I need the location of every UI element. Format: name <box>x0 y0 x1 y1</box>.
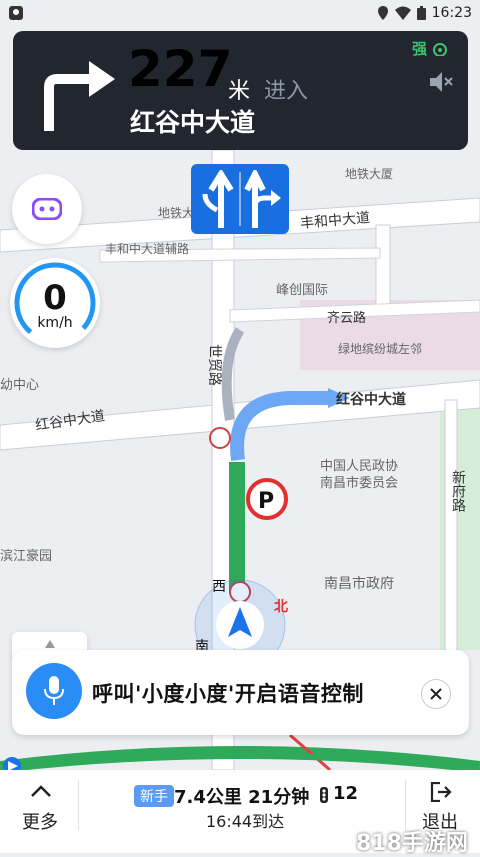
poi-label: 峰创国际 <box>276 283 329 298</box>
right-divider <box>405 780 406 830</box>
poi-label: 滨江豪园 <box>0 549 53 564</box>
gps-signal-label: 强 <box>412 40 428 58</box>
traffic-light-count: 12 <box>333 783 359 804</box>
trip-summary: 7.4公里 21分钟 <box>174 787 310 808</box>
app-notification-icon <box>9 6 23 20</box>
gps-signal: 强 <box>412 38 448 59</box>
road-label: 新府路 <box>450 470 466 512</box>
newbie-badge: 新手 <box>134 785 174 807</box>
chevron-up-icon <box>31 785 51 797</box>
speaker-mute-icon[interactable] <box>430 72 454 92</box>
straight-right-lane-icon <box>244 170 281 228</box>
traffic-light-icon <box>320 787 328 803</box>
speed-value: 0 <box>43 278 67 318</box>
arrival-time: 16:44到达 <box>206 812 285 831</box>
left-divider <box>78 780 79 830</box>
turn-distance: 227 <box>128 40 233 98</box>
poi-label: 南昌市政府 <box>324 576 394 592</box>
road-label: 丰和中大道辅路 <box>105 242 190 256</box>
exit-icon <box>430 782 452 802</box>
road-label: 齐云路 <box>327 311 367 326</box>
microphone-icon <box>44 676 64 705</box>
poi-label: 地铁大厦 <box>345 167 394 181</box>
close-voice-button[interactable] <box>421 679 451 709</box>
microphone-button[interactable] <box>26 663 82 719</box>
clock: 16:23 <box>431 5 472 21</box>
route-progress-bar <box>0 753 480 772</box>
compass-north: 北 <box>274 599 288 615</box>
wifi-icon <box>394 6 411 20</box>
road-label: 红谷中大道 <box>336 392 406 408</box>
assistant-icon <box>32 198 62 220</box>
turn-action: 进入 <box>264 79 309 104</box>
poi-label: 绿地缤纷城左邻 <box>338 342 423 356</box>
assistant-button[interactable] <box>12 174 82 244</box>
chevron-up-icon <box>45 640 55 648</box>
svg-text:P: P <box>258 489 274 514</box>
straight-left-lane-icon <box>202 170 234 228</box>
watermark: 818手游网 <box>356 831 468 856</box>
compass-west: 西 <box>212 579 226 595</box>
turn-right-icon <box>44 61 115 131</box>
more-label: 更多 <box>22 812 58 833</box>
map-pin-icon <box>377 6 388 20</box>
poi-label: 南昌市委员会 <box>320 476 399 491</box>
poi-label: 幼中心 <box>0 378 40 393</box>
next-road-name: 红谷中大道 <box>130 108 256 137</box>
lane-divider <box>239 172 241 226</box>
speed-unit: km/h <box>37 315 73 331</box>
voice-prompt-text: 呼叫'小度小度'开启语音控制 <box>92 682 364 706</box>
lane-guidance <box>191 164 289 234</box>
close-icon <box>430 688 442 700</box>
road-label: 世贸路 <box>206 344 222 386</box>
status-bar: 16:23 <box>0 0 480 26</box>
battery-icon <box>416 6 426 20</box>
distance-unit: 米 <box>228 79 251 104</box>
gps-signal-icon <box>433 43 448 57</box>
